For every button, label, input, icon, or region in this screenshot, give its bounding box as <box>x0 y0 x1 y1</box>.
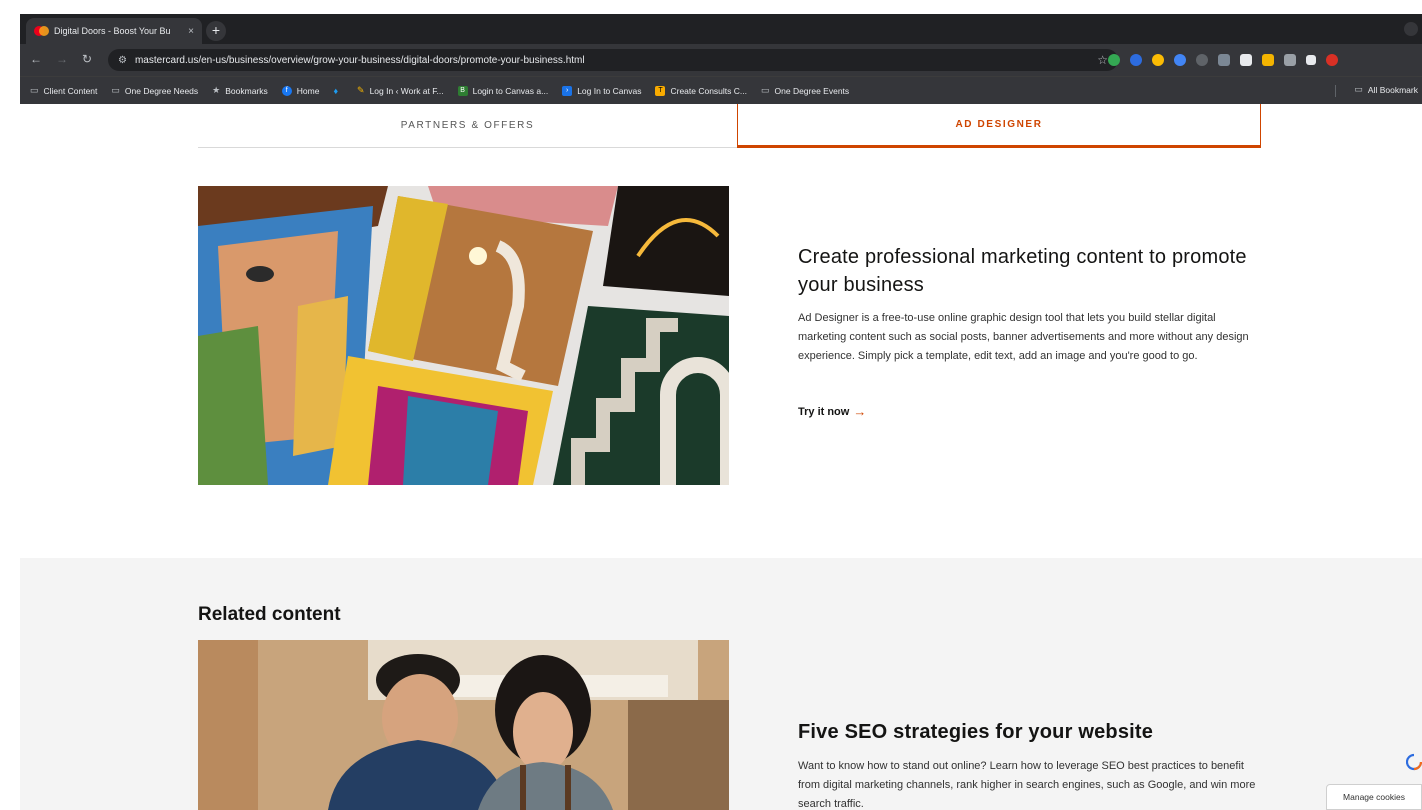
facebook-icon: f <box>281 85 292 96</box>
product-subnav: PARTNERS & OFFERS AD DESIGNER <box>198 104 1261 149</box>
bookmark-canvas-login[interactable]: B Login to Canvas a... <box>457 85 548 96</box>
seo-article-image[interactable] <box>198 640 729 810</box>
all-bookmarks-button[interactable]: ▭ All Bookmark <box>1354 84 1418 95</box>
extension-blue-icon[interactable] <box>1174 54 1186 66</box>
extension-f-icon[interactable] <box>1218 54 1230 66</box>
browser-chrome: Digital Doors - Boost Your Bu × + ← → ↻ … <box>20 14 1422 104</box>
canvas-icon: B <box>457 85 468 96</box>
address-bar[interactable]: ⚙ mastercard.us/en-us/business/overview/… <box>108 49 1118 71</box>
canvas-icon: › <box>562 85 573 96</box>
bookmark-create-consults[interactable]: T Create Consults C... <box>655 85 747 96</box>
browser-tab[interactable]: Digital Doors - Boost Your Bu × <box>26 18 202 44</box>
tab-close-icon[interactable]: × <box>188 26 194 37</box>
bookmarks-separator <box>1335 85 1336 97</box>
url-text: mastercard.us/en-us/business/overview/gr… <box>134 54 585 66</box>
bookmark-home[interactable]: f Home <box>281 85 319 96</box>
folder-icon: ▭ <box>1354 84 1363 94</box>
side-panel-icon[interactable] <box>1306 55 1316 65</box>
ad-designer-collage-image <box>198 186 729 485</box>
bookmark-one-degree-needs[interactable]: ▭ One Degree Needs <box>111 85 198 96</box>
bookmark-work-login[interactable]: ✎ Log In ‹ Work at F... <box>357 85 444 96</box>
reload-icon[interactable]: ↻ <box>82 52 92 66</box>
arrow-right-icon: → <box>853 404 867 419</box>
bookmark-twitter[interactable]: ♦ <box>333 86 343 96</box>
tab-strip: Digital Doors - Boost Your Bu × + <box>20 14 1422 44</box>
forward-icon[interactable]: → <box>56 52 68 66</box>
extension-moon-icon[interactable] <box>1196 54 1208 66</box>
try-it-now-link[interactable]: Try it now → <box>798 404 866 419</box>
extensions-row <box>1108 52 1338 68</box>
seo-article-title[interactable]: Five SEO strategies for your website <box>798 721 1153 744</box>
seo-article-description: Want to know how to stand out online? Le… <box>798 760 1256 810</box>
extension-chrome-icon[interactable] <box>1152 54 1164 66</box>
bookmark-canvas-login-2[interactable]: › Log In to Canvas <box>562 85 641 96</box>
bookmark-one-degree-events[interactable]: ▭ One Degree Events <box>761 85 849 96</box>
back-icon[interactable]: ← <box>30 52 42 66</box>
mastercard-favicon-icon <box>34 26 49 36</box>
related-content-heading: Related content <box>198 604 341 625</box>
folder-icon: ▭ <box>761 85 770 95</box>
wordpress-icon: ✎ <box>357 85 365 95</box>
tab-ad-designer[interactable]: AD DESIGNER <box>737 104 1261 148</box>
extensions-puzzle-icon[interactable] <box>1284 54 1296 66</box>
folder-icon: ▭ <box>111 85 120 95</box>
profile-avatar-icon[interactable] <box>1326 54 1338 66</box>
try-it-now-label: Try it now <box>798 405 850 418</box>
extension-yellow-icon[interactable] <box>1262 54 1274 66</box>
bookmark-bookmarks[interactable]: ★ Bookmarks <box>212 85 268 96</box>
tab-search-icon[interactable] <box>1404 22 1418 36</box>
create-icon: T <box>655 85 666 96</box>
tab-title: Digital Doors - Boost Your Bu <box>54 26 171 36</box>
star-icon: ★ <box>212 85 221 95</box>
browser-toolbar: ← → ↻ ⚙ mastercard.us/en-us/business/ove… <box>20 44 1422 76</box>
bookmark-star-icon[interactable]: ☆ <box>1097 53 1108 67</box>
bookmark-client-content[interactable]: ▭ Client Content <box>30 85 97 96</box>
bookmarks-bar: ▭ Client Content ▭ One Degree Needs ★ Bo… <box>20 76 1422 104</box>
folder-icon: ▭ <box>30 85 39 95</box>
hero-title: Create professional marketing content to… <box>798 246 1247 296</box>
chat-widget-icon[interactable] <box>1406 752 1422 772</box>
twitter-icon: ♦ <box>333 85 339 96</box>
hero-description: Ad Designer is a free-to-use online grap… <box>798 312 1249 362</box>
extension-green-icon[interactable] <box>1108 54 1120 66</box>
site-settings-icon[interactable]: ⚙ <box>118 55 127 66</box>
tab-partners-offers[interactable]: PARTNERS & OFFERS <box>198 104 737 148</box>
new-tab-button[interactable]: + <box>206 21 226 41</box>
extension-z-icon[interactable] <box>1130 54 1142 66</box>
extension-note-icon[interactable] <box>1240 54 1252 66</box>
manage-cookies-button[interactable]: Manage cookies <box>1326 784 1422 810</box>
